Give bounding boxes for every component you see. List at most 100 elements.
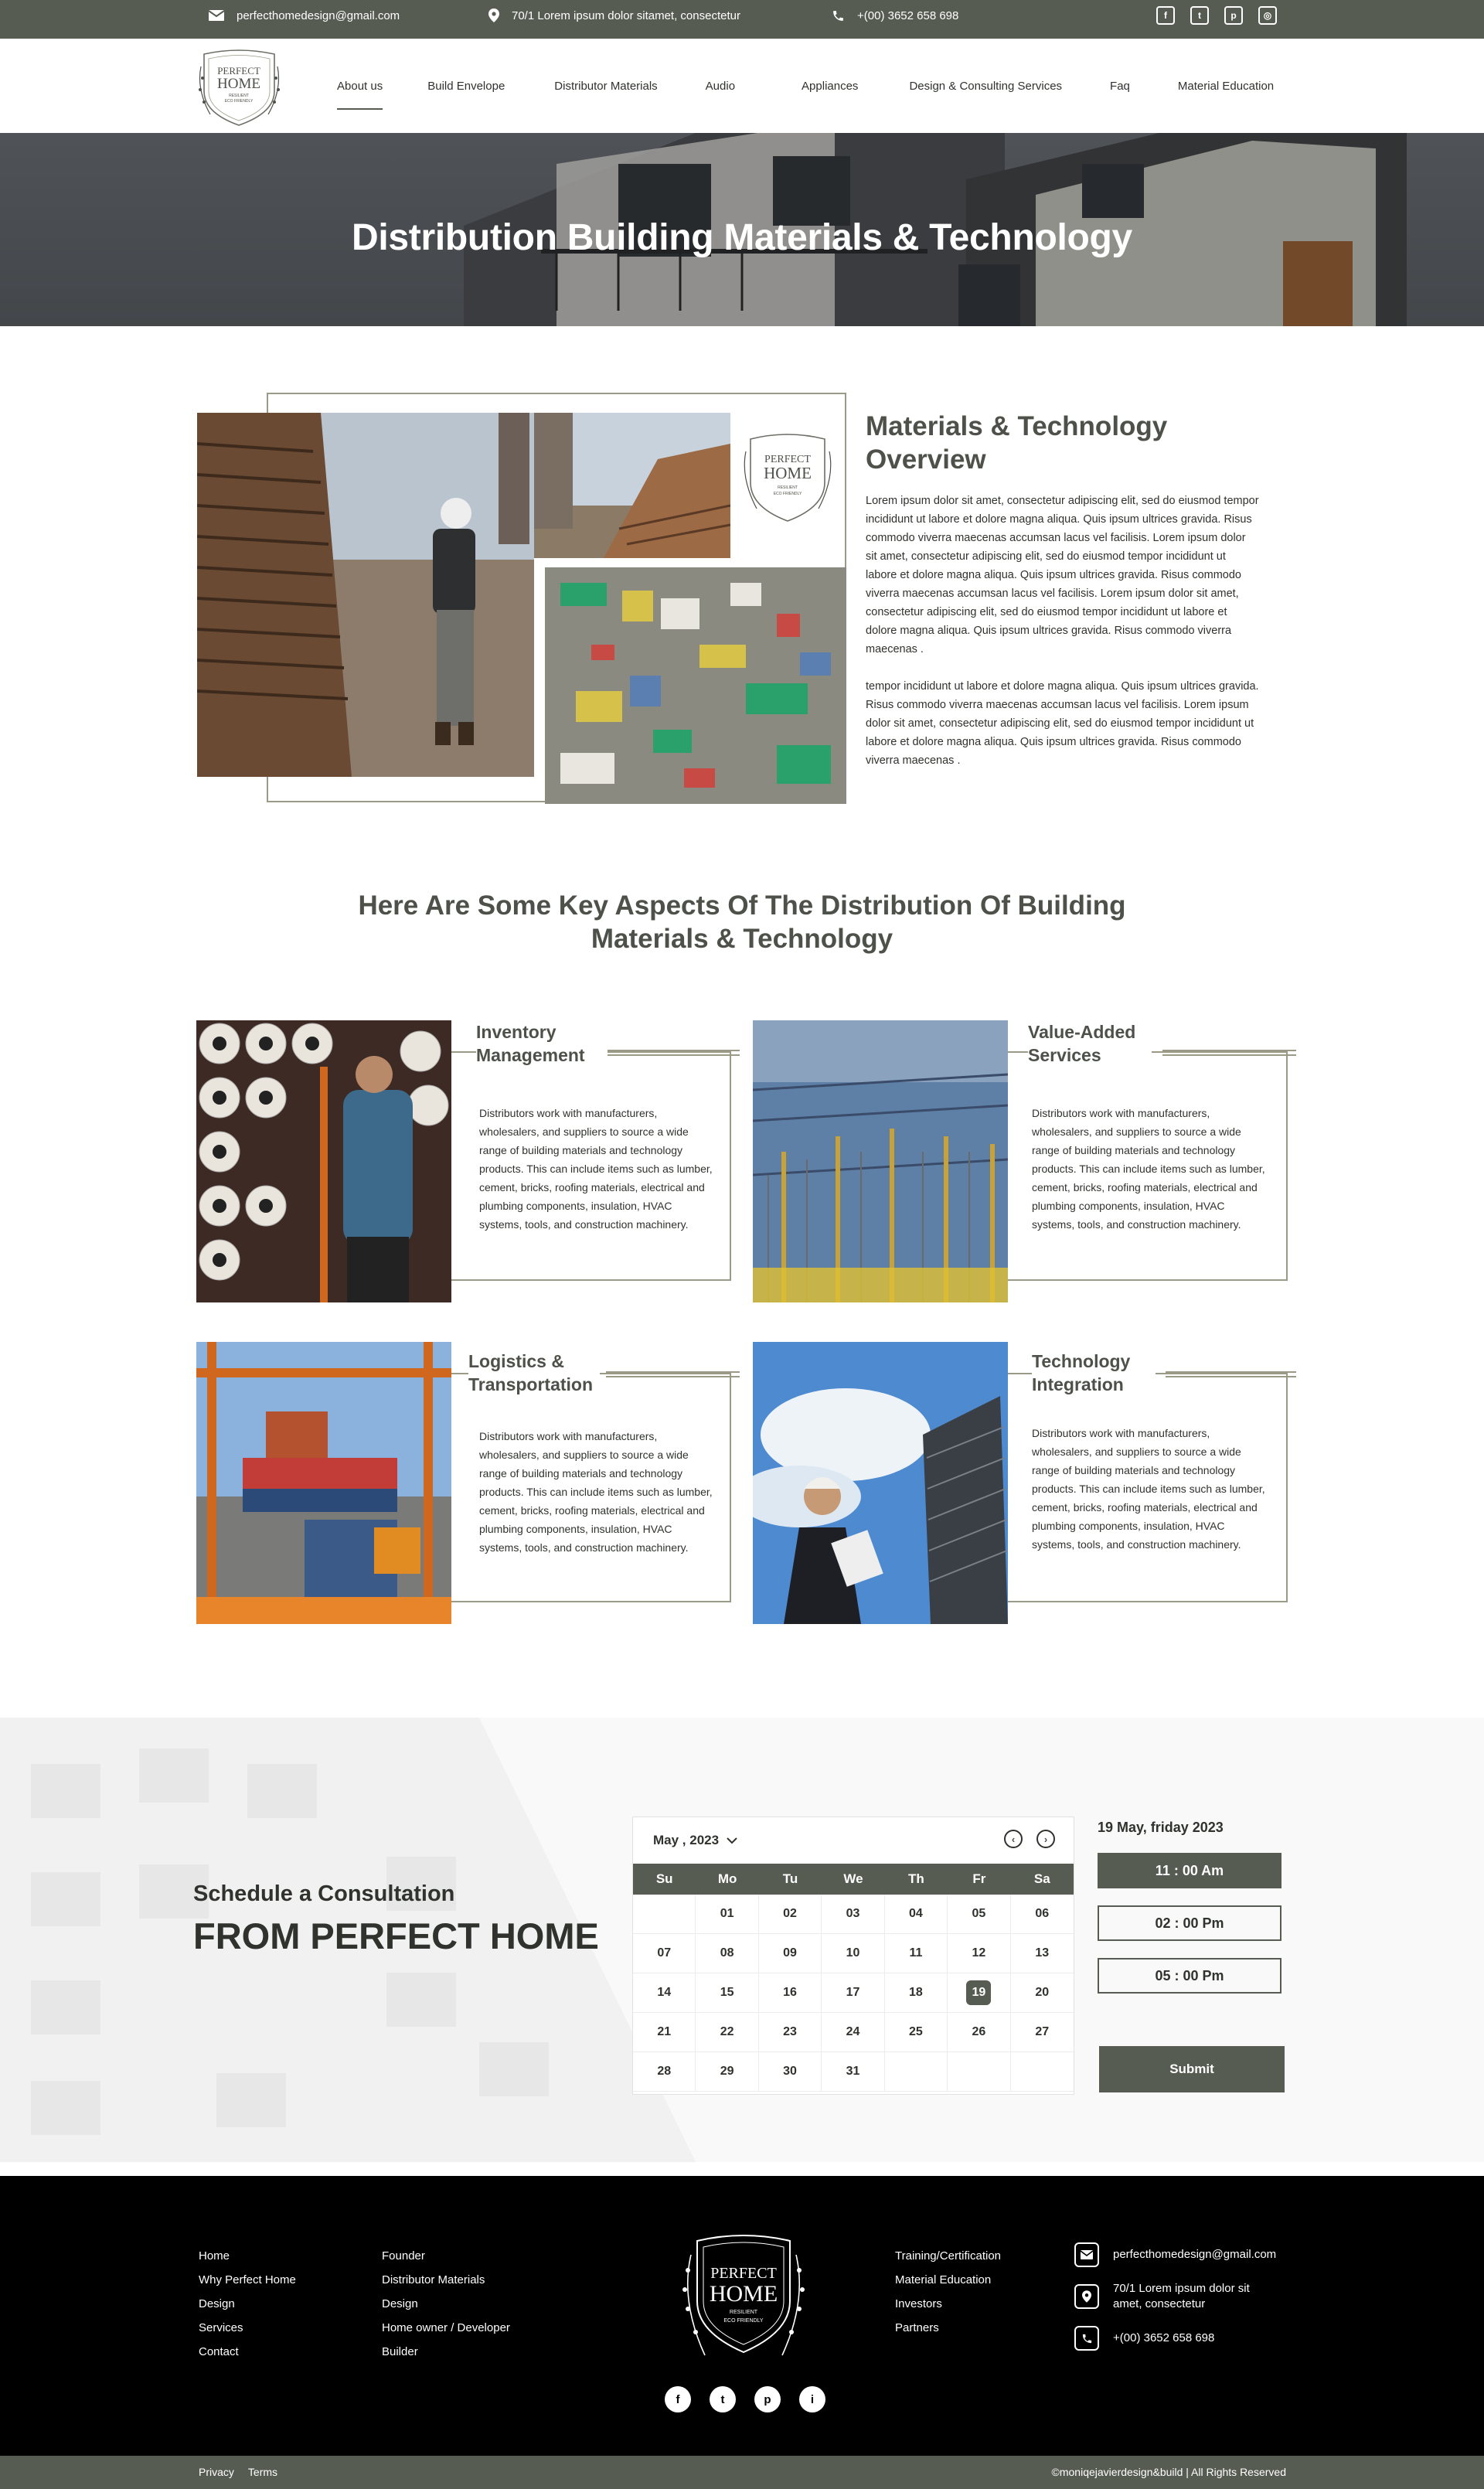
calendar-day[interactable]: 04 [884, 1895, 948, 1934]
nav-faq[interactable]: Faq [1110, 80, 1130, 93]
calendar-day[interactable]: 25 [884, 2013, 948, 2052]
location-pin-icon [1074, 2284, 1099, 2309]
month-selector[interactable]: May , 2023 [653, 1833, 737, 1848]
footer-link[interactable]: Services [199, 2316, 296, 2340]
nav-design-consulting[interactable]: Design & Consulting Services [909, 80, 1062, 93]
site-logo[interactable]: PERFECT HOME RESILIENT ECO FRIENDLY [195, 43, 284, 130]
footer-link[interactable]: Investors [895, 2292, 1001, 2316]
topbar-phone-text: +(00) 3652 658 698 [857, 9, 959, 22]
calendar-day[interactable]: 18 [884, 1973, 948, 2013]
footer: Home Why Perfect Home Design Services Co… [0, 2176, 1484, 2456]
footer-link[interactable]: Distributor Materials [382, 2268, 510, 2292]
footer-link[interactable]: Design [199, 2292, 296, 2316]
pinterest-icon[interactable]: p [754, 2386, 781, 2412]
nav-menu: About us Build Envelope Distributor Mate… [337, 39, 1274, 133]
nav-distributor-materials[interactable]: Distributor Materials [554, 80, 657, 93]
calendar-day[interactable]: 06 [1010, 1895, 1074, 1934]
calendar-day[interactable]: 08 [696, 1934, 759, 1973]
overview-logo: PERFECT HOME RESILIENT ECO FRIENDLY [738, 424, 837, 530]
calendar-day[interactable]: 24 [822, 2013, 885, 2052]
privacy-link[interactable]: Privacy [199, 2466, 234, 2478]
svg-text:RESILIENT: RESILIENT [229, 94, 249, 98]
calendar-day[interactable]: 19 [948, 1973, 1011, 2013]
calendar-day[interactable]: 12 [948, 1934, 1011, 1973]
calendar-day[interactable]: 27 [1010, 2013, 1074, 2052]
weekday: Su [655, 1871, 673, 1886]
copyright: ©moniqejavierdesign&build | All Rights R… [1051, 2466, 1286, 2478]
prev-month-icon[interactable]: ‹ [1004, 1830, 1023, 1848]
footer-phone[interactable]: +(00) 3652 658 698 [1074, 2326, 1276, 2351]
nav-build-envelope[interactable]: Build Envelope [427, 80, 505, 93]
footer-email[interactable]: perfecthomedesign@gmail.com [1074, 2242, 1276, 2267]
weekday: Sa [1033, 1871, 1050, 1886]
twitter-icon[interactable]: t [1190, 6, 1209, 25]
nav-audio[interactable]: Audio [706, 80, 735, 93]
calendar-day[interactable]: 31 [822, 2052, 885, 2092]
calendar-day[interactable]: 09 [758, 1934, 822, 1973]
instagram-icon[interactable]: i [799, 2386, 825, 2412]
calendar-day[interactable]: 05 [948, 1895, 1011, 1934]
calendar-day[interactable]: 13 [1010, 1934, 1074, 1973]
facebook-icon[interactable]: f [1156, 6, 1175, 25]
calendar-day[interactable]: 11 [884, 1934, 948, 1973]
calendar-day-number: 24 [846, 2025, 860, 2038]
calendar-day-number: 17 [846, 1986, 860, 1999]
calendar-day-number: 02 [783, 1907, 797, 1920]
calendar-day-number: 20 [1035, 1986, 1050, 1999]
time-slot-3[interactable]: 05 : 00 Pm [1098, 1958, 1281, 1994]
calendar-day[interactable]: 10 [822, 1934, 885, 1973]
pinterest-icon[interactable]: p [1224, 6, 1243, 25]
time-slot-1[interactable]: 11 : 00 Am [1098, 1853, 1281, 1888]
calendar-day[interactable]: 22 [696, 2013, 759, 2052]
time-slot-2[interactable]: 02 : 00 Pm [1098, 1905, 1281, 1941]
nav-material-education[interactable]: Material Education [1178, 80, 1274, 93]
instagram-icon[interactable]: ◎ [1258, 6, 1277, 25]
aspects-title: Here Are Some Key Aspects Of The Distrib… [358, 890, 1126, 954]
footer-link[interactable]: Design [382, 2292, 510, 2316]
footer-link[interactable]: Home owner / Developer [382, 2316, 510, 2340]
footer-link[interactable]: Why Perfect Home [199, 2268, 296, 2292]
calendar-day[interactable]: 30 [758, 2052, 822, 2092]
calendar-day[interactable]: 14 [633, 1973, 696, 2013]
calendar-day[interactable]: 15 [696, 1973, 759, 2013]
twitter-icon[interactable]: t [710, 2386, 736, 2412]
next-month-icon[interactable]: › [1036, 1830, 1055, 1848]
aspect-card-logistics: Logistics & Transportation Distributors … [196, 1342, 741, 1624]
facebook-icon[interactable]: f [665, 2386, 691, 2412]
footer-link[interactable]: Material Education [895, 2268, 1001, 2292]
topbar-phone[interactable]: +(00) 3652 658 698 [832, 0, 958, 31]
calendar-day[interactable]: 28 [633, 2052, 696, 2092]
calendar-day[interactable]: 03 [822, 1895, 885, 1934]
weekday-header: Su Mo Tu We Th Fr Sa [633, 1864, 1074, 1895]
calendar-day[interactable]: 16 [758, 1973, 822, 2013]
calendar-day[interactable]: 17 [822, 1973, 885, 2013]
terms-link[interactable]: Terms [248, 2466, 277, 2478]
submit-button[interactable]: Submit [1099, 2046, 1285, 2092]
footer-link[interactable]: Training/Certification [895, 2244, 1001, 2268]
nav-about-us[interactable]: About us [337, 80, 383, 110]
footer-link[interactable]: Founder [382, 2244, 510, 2268]
calendar-day[interactable]: 29 [696, 2052, 759, 2092]
calendar-day[interactable]: 26 [948, 2013, 1011, 2052]
svg-text:ECO FRIENDLY: ECO FRIENDLY [774, 492, 802, 496]
footer-email-text: perfecthomedesign@gmail.com [1113, 2248, 1277, 2261]
calendar-day[interactable]: 23 [758, 2013, 822, 2052]
topbar-email[interactable]: perfecthomedesign@gmail.com [209, 0, 400, 31]
footer-link[interactable]: Partners [895, 2316, 1001, 2340]
calendar-day[interactable]: 01 [696, 1895, 759, 1934]
calendar-day[interactable]: 20 [1010, 1973, 1074, 2013]
value-added-photo [753, 1020, 1008, 1302]
calendar-day[interactable]: 02 [758, 1895, 822, 1934]
footer-link[interactable]: Builder [382, 2340, 510, 2364]
calendar-day-number: 15 [720, 1986, 734, 1999]
nav-appliances[interactable]: Appliances [802, 80, 858, 93]
bottom-bar: Privacy Terms ©moniqejavierdesign&build … [0, 2456, 1484, 2489]
footer-link[interactable]: Contact [199, 2340, 296, 2364]
topbar-address: 70/1 Lorem ipsum dolor sitamet, consecte… [488, 0, 740, 31]
calendar-day[interactable]: 07 [633, 1934, 696, 1973]
svg-text:RESILIENT: RESILIENT [778, 485, 798, 490]
footer-link[interactable]: Home [199, 2244, 296, 2268]
calendar-day[interactable]: 21 [633, 2013, 696, 2052]
schedule-line-2: FROM PERFECT HOME [193, 1915, 599, 1956]
footer-logo[interactable]: PERFECT HOME RESILIENT ECO FRIENDLY [674, 2224, 813, 2371]
